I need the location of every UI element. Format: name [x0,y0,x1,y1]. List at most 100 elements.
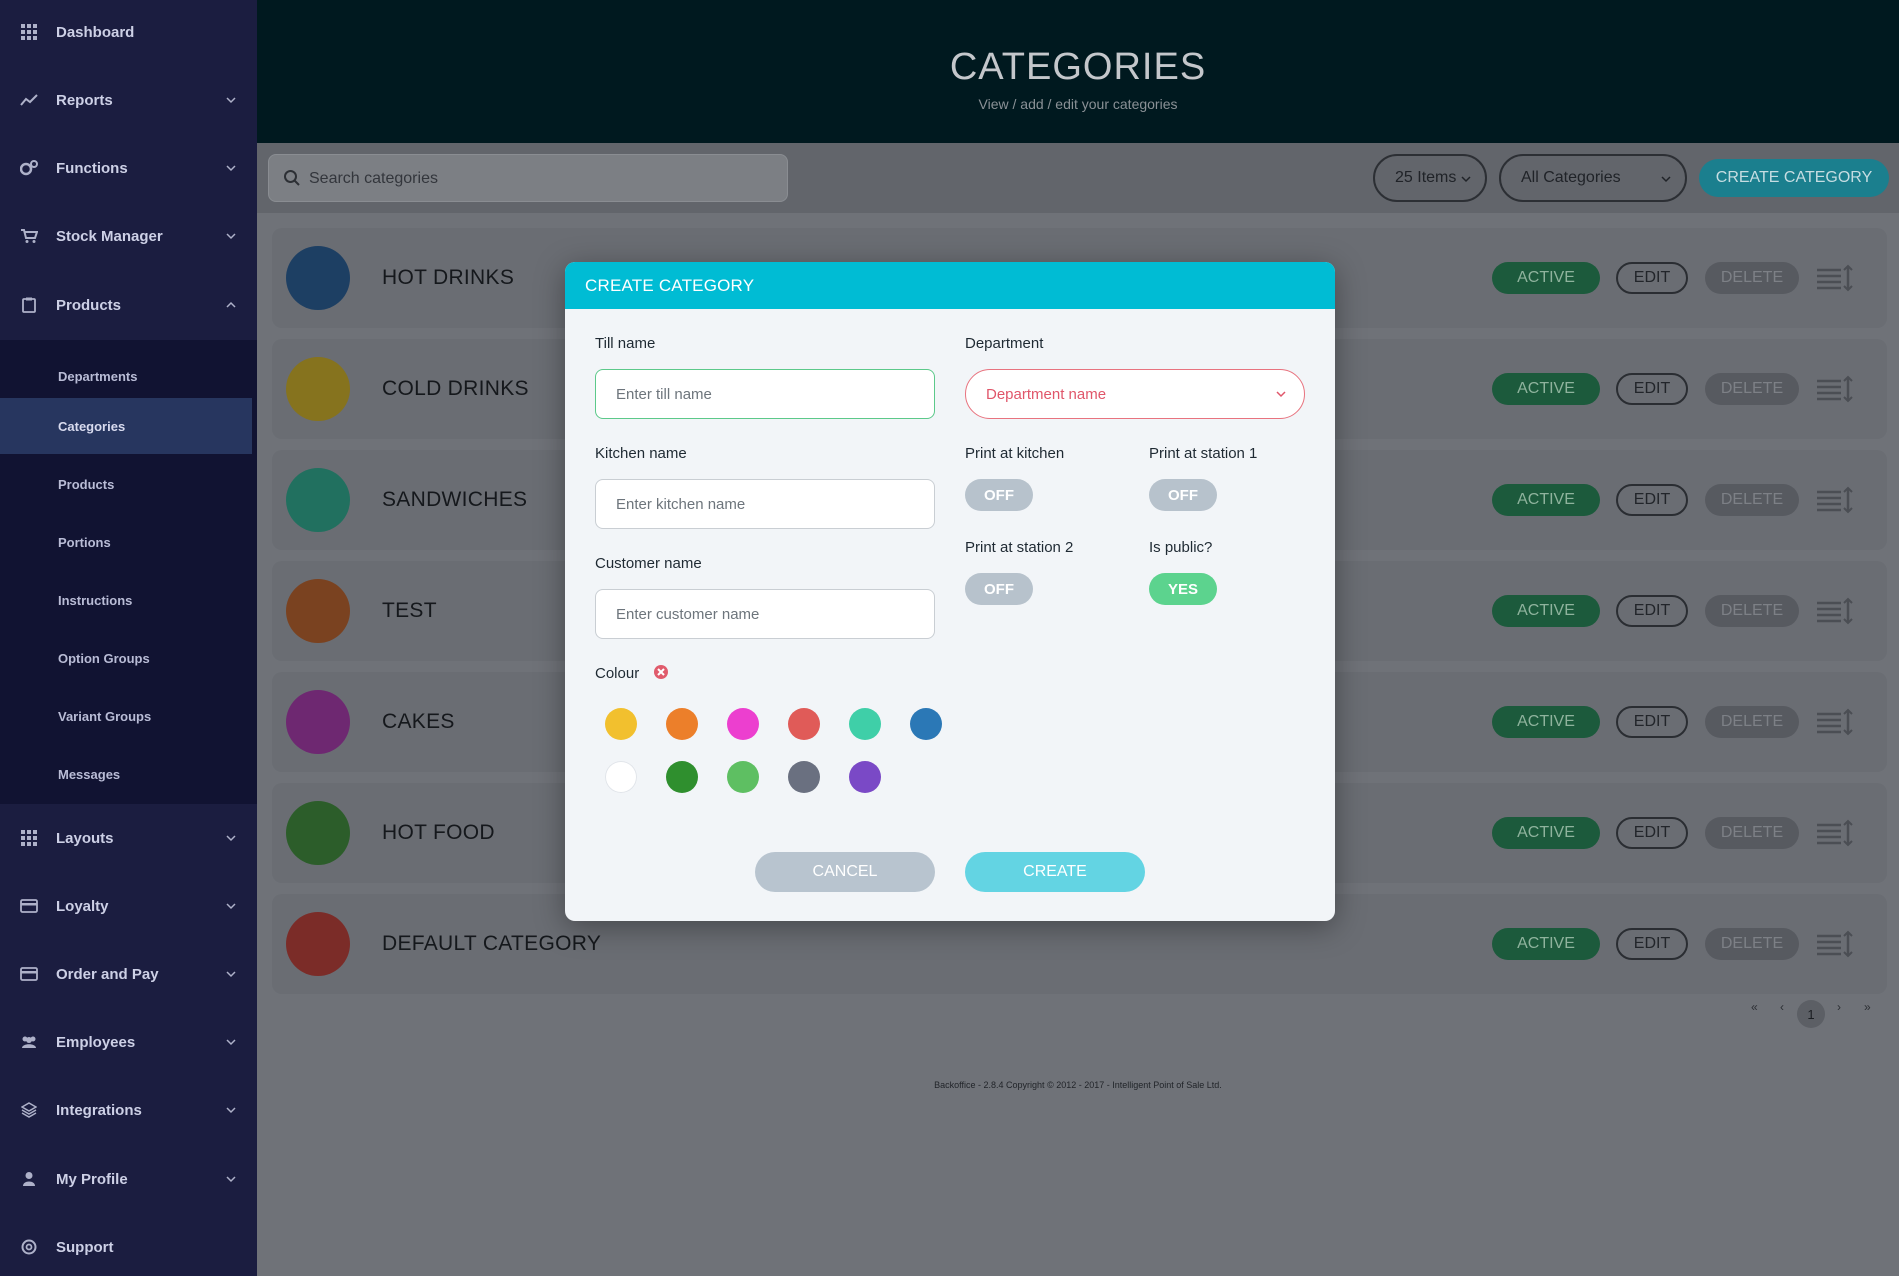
user-icon [20,1170,38,1188]
sidebar-item-loyalty[interactable]: Loyalty [0,881,257,931]
sidebar-item-integrations[interactable]: Integrations [0,1085,257,1135]
drag-handle-icon[interactable] [1815,819,1855,847]
sidebar-subitem-departments[interactable]: Departments [0,348,257,404]
sidebar-item-products[interactable]: Products [0,280,257,330]
sidebar-item-label: Products [56,296,122,314]
print-at-station-2-toggle[interactable]: OFF [965,573,1033,605]
colour-swatch[interactable] [910,708,942,740]
drag-handle-icon[interactable] [1815,264,1855,292]
drag-handle-icon[interactable] [1815,486,1855,514]
sidebar-item-functions[interactable]: Functions [0,143,257,193]
colour-swatch[interactable] [605,761,637,793]
till-name-input[interactable] [595,369,935,419]
colour-swatch[interactable] [849,708,881,740]
sidebar-item-support[interactable]: Support [0,1222,257,1272]
sidebar-subitem-option-groups[interactable]: Option Groups [0,630,257,686]
pagination-current-page[interactable]: 1 [1797,1000,1825,1028]
sidebar-item-label: Functions [56,159,128,177]
sidebar-item-employees[interactable]: Employees [0,1017,257,1067]
active-toggle-button[interactable]: ACTIVE [1492,928,1600,960]
sidebar-item-stock-manager[interactable]: Stock Manager [0,211,257,261]
edit-button[interactable]: EDIT [1616,928,1688,960]
active-toggle-button[interactable]: ACTIVE [1492,706,1600,738]
sidebar-subitem-label: Variant Groups [58,708,152,724]
sidebar-item-reports[interactable]: Reports [0,75,257,125]
sidebar-subitem-label: Departments [58,368,138,384]
delete-button[interactable]: DELETE [1705,706,1799,738]
colour-swatch[interactable] [666,708,698,740]
delete-button[interactable]: DELETE [1705,484,1799,516]
colour-swatch[interactable] [605,708,637,740]
sidebar-item-order-and-pay[interactable]: Order and Pay [0,949,257,999]
pagination-next[interactable]: › [1837,1000,1841,1014]
cogs-icon [20,159,38,177]
search-input[interactable] [309,165,769,193]
print-at-kitchen-toggle[interactable]: OFF [965,479,1033,511]
sidebar-item-label: Employees [56,1033,136,1051]
edit-button[interactable]: EDIT [1616,706,1688,738]
search-box [268,154,788,202]
sidebar-subitem-products[interactable]: Products [0,456,257,512]
colour-swatch[interactable] [788,761,820,793]
active-toggle-button[interactable]: ACTIVE [1492,817,1600,849]
sidebar-subitem-messages[interactable]: Messages [0,746,257,802]
pagination-first[interactable]: « [1751,1000,1758,1014]
create-category-button[interactable]: CREATE CATEGORY [1699,159,1889,197]
print-at-station-1-toggle[interactable]: OFF [1149,479,1217,511]
customer-name-input[interactable] [595,589,935,639]
sidebar-item-label: Reports [56,91,113,109]
active-toggle-button[interactable]: ACTIVE [1492,262,1600,294]
edit-button[interactable]: EDIT [1616,262,1688,294]
category-name: DEFAULT CATEGORY [382,932,602,955]
colour-swatch[interactable] [666,761,698,793]
active-toggle-button[interactable]: ACTIVE [1492,484,1600,516]
category-filter-select[interactable]: All Categories [1499,154,1687,202]
department-select[interactable]: Department name [965,369,1305,419]
active-toggle-button[interactable]: ACTIVE [1492,373,1600,405]
category-name: SANDWICHES [382,488,528,511]
create-category-dialog: CREATE CATEGORY Till name Kitchen name C… [565,262,1335,921]
layers-icon [20,1101,38,1119]
sidebar-subitem-categories[interactable]: Categories [0,398,252,454]
delete-button[interactable]: DELETE [1705,595,1799,627]
items-per-page-select[interactable]: 25 Items [1373,154,1487,202]
delete-button[interactable]: DELETE [1705,262,1799,294]
sidebar-subitem-label: Categories [58,418,126,434]
sidebar-item-my-profile[interactable]: My Profile [0,1154,257,1204]
sidebar-subitem-variant-groups[interactable]: Variant Groups [0,688,257,744]
sidebar-subitem-portions[interactable]: Portions [0,514,257,570]
colour-swatch[interactable] [788,708,820,740]
sidebar-item-label: Layouts [56,829,114,847]
clear-colour-icon[interactable] [653,664,669,680]
active-toggle-button[interactable]: ACTIVE [1492,595,1600,627]
delete-button[interactable]: DELETE [1705,817,1799,849]
colour-swatch[interactable] [727,708,759,740]
is-public-toggle[interactable]: YES [1149,573,1217,605]
create-button[interactable]: CREATE [965,852,1145,892]
dialog-title: CREATE CATEGORY [565,262,1335,309]
kitchen-name-input[interactable] [595,479,935,529]
edit-button[interactable]: EDIT [1616,484,1688,516]
category-name: HOT FOOD [382,821,495,844]
sidebar-item-layouts[interactable]: Layouts [0,813,257,863]
delete-button[interactable]: DELETE [1705,928,1799,960]
colour-swatch[interactable] [727,761,759,793]
edit-button[interactable]: EDIT [1616,817,1688,849]
drag-handle-icon[interactable] [1815,597,1855,625]
grid-icon [20,829,38,847]
cancel-button[interactable]: CANCEL [755,852,935,892]
pagination-prev[interactable]: ‹ [1780,1000,1784,1014]
pagination-last[interactable]: » [1864,1000,1871,1014]
sidebar-subitem-instructions[interactable]: Instructions [0,572,257,628]
sidebar: Dashboard Reports Functions Stock Manage… [0,0,257,1276]
edit-button[interactable]: EDIT [1616,373,1688,405]
delete-button[interactable]: DELETE [1705,373,1799,405]
colour-swatch[interactable] [849,761,881,793]
edit-button[interactable]: EDIT [1616,595,1688,627]
drag-handle-icon[interactable] [1815,930,1855,958]
drag-handle-icon[interactable] [1815,375,1855,403]
category-name: HOT DRINKS [382,266,515,289]
print-at-station-1-label: Print at station 1 [1149,445,1258,462]
sidebar-item-dashboard[interactable]: Dashboard [0,7,257,57]
drag-handle-icon[interactable] [1815,708,1855,736]
